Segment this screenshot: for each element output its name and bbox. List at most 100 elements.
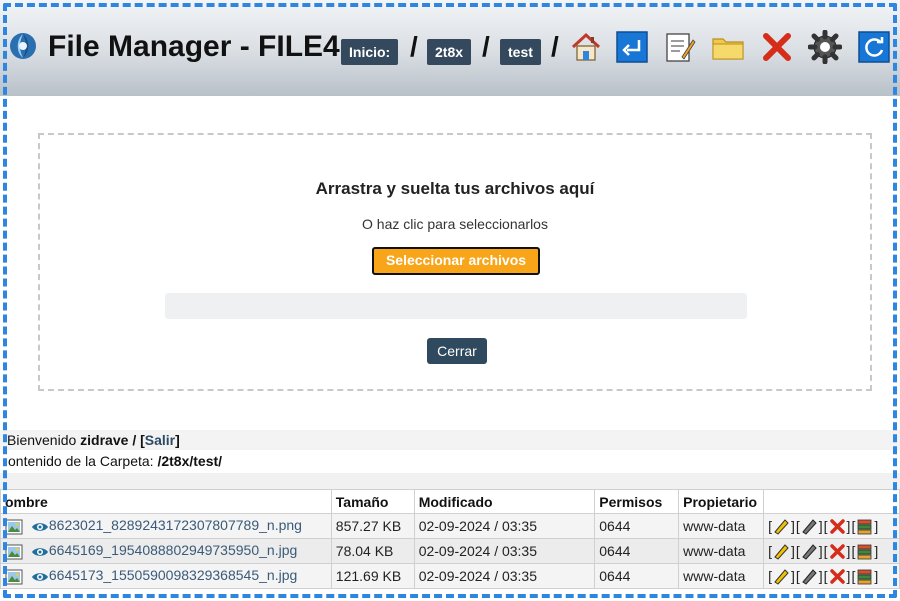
edit-pencil-action[interactable]: [] xyxy=(796,567,823,586)
rename-pencil-icon[interactable] xyxy=(772,542,791,561)
logout-bracket-close: ] xyxy=(175,432,180,448)
bracket: ] xyxy=(790,568,795,584)
rename-pencil-action[interactable]: [] xyxy=(768,567,795,586)
column-size[interactable]: Tamaño xyxy=(330,489,415,514)
image-file-icon xyxy=(5,569,23,585)
bracket: ] xyxy=(790,543,795,559)
bracket: ] xyxy=(846,518,851,534)
delete-x-icon[interactable] xyxy=(828,567,847,586)
edit-pencil-action[interactable]: [] xyxy=(796,542,823,561)
close-button[interactable]: Cerrar xyxy=(427,338,487,364)
file-name-link[interactable]: 6645169_1954088802949735950_n.jpg xyxy=(49,542,297,558)
delete-x-icon[interactable] xyxy=(828,517,847,536)
new-file-icon[interactable] xyxy=(662,30,696,64)
column-permissions[interactable]: Permisos xyxy=(594,489,680,514)
app-logo-icon xyxy=(10,33,36,59)
file-actions: [][][][] xyxy=(763,513,900,539)
breadcrumb-root[interactable]: Inicio: xyxy=(341,39,399,65)
file-permissions[interactable]: 0644 xyxy=(594,538,680,564)
file-actions: [][][][] xyxy=(763,538,900,564)
delete-x-action[interactable]: [] xyxy=(824,542,851,561)
rename-pencil-icon[interactable] xyxy=(772,517,791,536)
bracket: ] xyxy=(846,568,851,584)
file-size: 121.69 KB xyxy=(330,563,415,589)
rename-pencil-icon[interactable] xyxy=(772,567,791,586)
delete-icon[interactable] xyxy=(760,30,794,64)
drop-zone-subtitle: O haz clic para seleccionarlos xyxy=(362,216,548,232)
file-owner: www-data xyxy=(678,513,765,539)
breadcrumb-2t8x[interactable]: 2t8x xyxy=(427,39,472,65)
preview-eye-icon[interactable] xyxy=(31,570,49,584)
upload-drop-zone[interactable]: Arrastra y suelta tus archivos aquí O ha… xyxy=(38,133,872,391)
edit-pencil-action[interactable]: [] xyxy=(796,517,823,536)
file-permissions[interactable]: 0644 xyxy=(594,563,680,589)
upload-progress-bar xyxy=(165,293,747,319)
column-actions xyxy=(763,489,900,514)
folder-label: ontenido de la Carpeta: xyxy=(8,453,154,469)
rename-pencil-action[interactable]: [] xyxy=(768,542,795,561)
folder-path: /2t8x/test/ xyxy=(157,453,223,469)
bracket: ] xyxy=(874,543,879,559)
folder-line: ontenido de la Carpeta: /2t8x/test/ xyxy=(0,451,900,471)
username: zidrave xyxy=(80,432,129,448)
bracket: ] xyxy=(790,518,795,534)
edit-pencil-icon[interactable] xyxy=(800,567,819,586)
back-arrow-icon[interactable] xyxy=(615,30,649,64)
file-modified: 02-09-2024 / 03:35 xyxy=(413,538,596,564)
divider xyxy=(0,473,900,489)
home-icon[interactable] xyxy=(569,30,603,64)
file-permissions[interactable]: 0644 xyxy=(594,513,680,539)
delete-x-action[interactable]: [] xyxy=(824,517,851,536)
rename-pencil-action[interactable]: [] xyxy=(768,517,795,536)
welcome-line: ​Bienvenido zidrave / [Salir] xyxy=(0,430,900,450)
settings-gear-icon[interactable] xyxy=(808,30,842,64)
logout-link[interactable]: Salir xyxy=(145,432,175,448)
column-owner[interactable]: Propietario xyxy=(678,489,765,514)
file-owner: www-data xyxy=(678,538,765,564)
welcome-prefix: Bienvenido xyxy=(7,432,77,448)
file-modified: 02-09-2024 / 03:35 xyxy=(413,513,596,539)
bracket: ] xyxy=(818,518,823,534)
bracket: ] xyxy=(874,568,879,584)
file-actions: [][][][] xyxy=(763,563,900,589)
download-icon[interactable] xyxy=(855,542,874,561)
file-modified: 02-09-2024 / 03:35 xyxy=(413,563,596,589)
breadcrumb-separator: / xyxy=(551,31,559,62)
bracket: ] xyxy=(846,543,851,559)
welcome-separator: / xyxy=(132,432,137,448)
image-file-icon xyxy=(5,544,23,560)
file-owner: www-data xyxy=(678,563,765,589)
download-icon[interactable] xyxy=(855,567,874,586)
preview-eye-icon[interactable] xyxy=(31,545,49,559)
select-files-button[interactable]: Seleccionar archivos xyxy=(372,247,540,275)
delete-x-action[interactable]: [] xyxy=(824,567,851,586)
download-action[interactable]: [] xyxy=(851,542,878,561)
drop-zone-title: Arrastra y suelta tus archivos aquí xyxy=(315,179,595,198)
bracket: ] xyxy=(874,518,879,534)
file-size: 857.27 KB xyxy=(330,513,415,539)
breadcrumb-separator: / xyxy=(482,31,490,62)
download-action[interactable]: [] xyxy=(851,567,878,586)
download-action[interactable]: [] xyxy=(851,517,878,536)
breadcrumb-separator: / xyxy=(410,31,418,62)
new-folder-icon[interactable] xyxy=(711,30,745,64)
bracket: ] xyxy=(818,568,823,584)
file-name-link[interactable]: 8623021_8289243172307807789_n.png xyxy=(49,517,302,533)
header-bar: File Manager - FILE4 Inicio: / 2t8x / te… xyxy=(0,0,900,96)
table-row[interactable]: 8623021_8289243172307807789_n.png 857.27… xyxy=(0,513,900,539)
delete-x-icon[interactable] xyxy=(828,542,847,561)
preview-eye-icon[interactable] xyxy=(31,520,49,534)
table-row[interactable]: 6645169_1954088802949735950_n.jpg 78.04 … xyxy=(0,538,900,564)
table-header-row: ombre Tamaño Modificado Permisos Propiet… xyxy=(0,489,900,514)
file-name-link[interactable]: 6645173_1550590098329368545_n.jpg xyxy=(49,567,297,583)
app-title: File Manager - FILE4 xyxy=(48,30,340,63)
edit-pencil-icon[interactable] xyxy=(800,517,819,536)
edit-pencil-icon[interactable] xyxy=(800,542,819,561)
file-size: 78.04 KB xyxy=(330,538,415,564)
download-icon[interactable] xyxy=(855,517,874,536)
refresh-icon[interactable] xyxy=(857,30,891,64)
column-name[interactable]: ombre xyxy=(0,489,332,514)
breadcrumb-test[interactable]: test xyxy=(500,39,541,65)
column-modified[interactable]: Modificado xyxy=(413,489,596,514)
table-row[interactable]: 6645173_1550590098329368545_n.jpg 121.69… xyxy=(0,563,900,589)
